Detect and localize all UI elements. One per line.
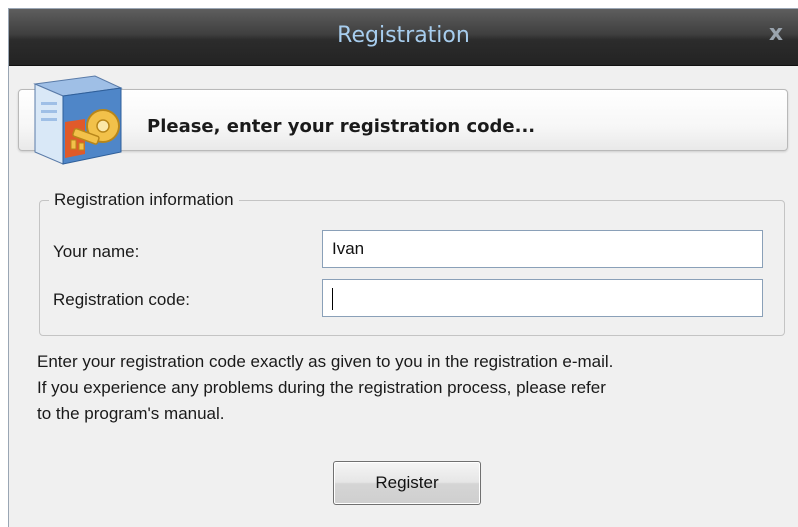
registration-dialog: Registration x Please, enter your regist… xyxy=(8,8,798,527)
name-field[interactable]: Ivan xyxy=(322,230,763,268)
registration-code-label: Registration code: xyxy=(53,290,191,309)
help-line-3: to the program's manual. xyxy=(37,404,225,423)
registration-key-icon xyxy=(33,75,123,165)
help-text: Enter your registration code exactly as … xyxy=(37,349,797,427)
register-button[interactable]: Register xyxy=(333,461,481,505)
help-line-1: Enter your registration code exactly as … xyxy=(37,352,614,371)
text-caret xyxy=(332,287,333,310)
window-title: Registration xyxy=(337,23,470,48)
registration-info-legend: Registration information xyxy=(49,190,239,210)
title-bar[interactable]: Registration x xyxy=(9,9,798,66)
close-icon[interactable]: x xyxy=(764,21,788,47)
name-label: Your name: xyxy=(53,242,140,261)
banner-text: Please, enter your registration code... xyxy=(147,116,536,137)
registration-code-field[interactable] xyxy=(322,279,763,317)
help-line-2: If you experience any problems during th… xyxy=(37,378,606,397)
